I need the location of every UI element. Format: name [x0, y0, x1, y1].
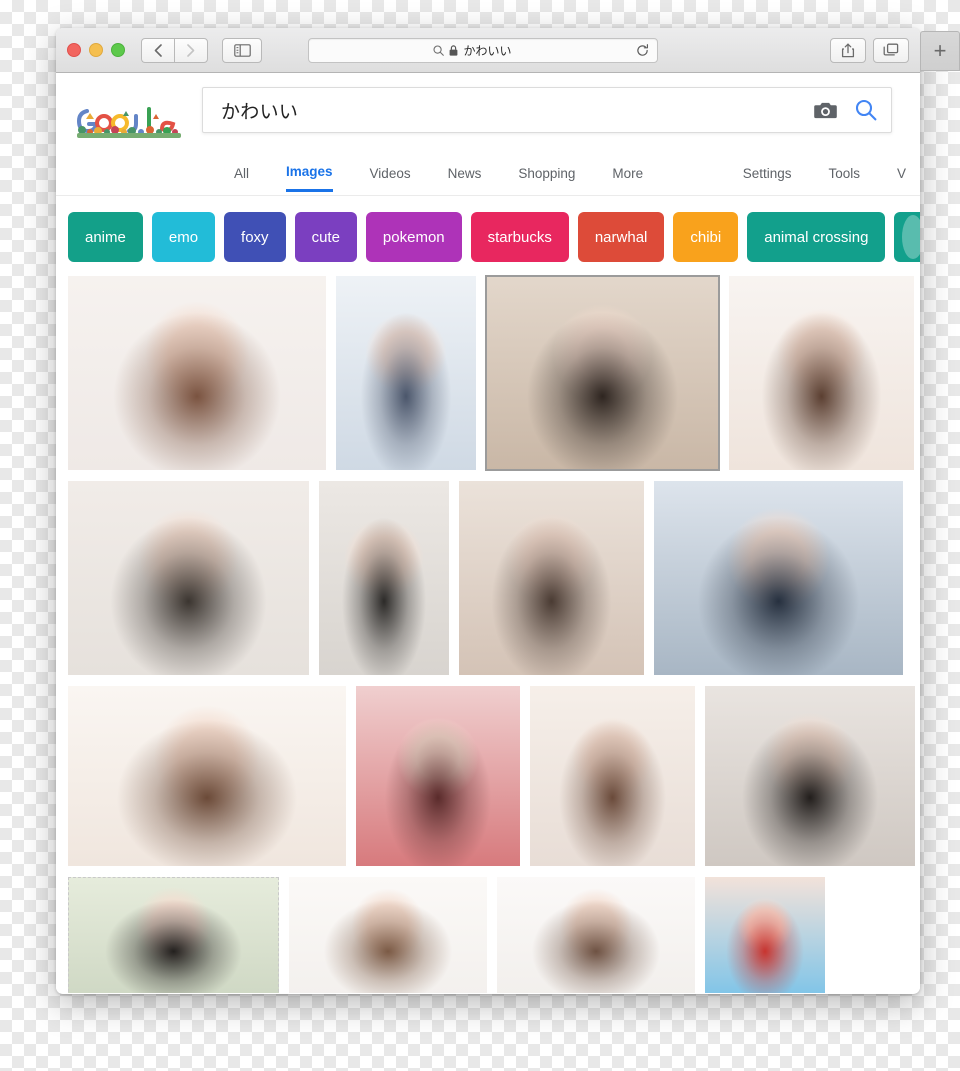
chip-emo[interactable]: emo — [151, 212, 216, 262]
image-result-4[interactable] — [729, 276, 914, 470]
share-icon — [841, 43, 855, 57]
chip-label: anime — [85, 228, 126, 246]
search-icon — [433, 44, 445, 56]
chip-animal-crossing[interactable]: animal crossing — [747, 212, 886, 262]
chevron-right-icon — [187, 43, 195, 57]
reload-button[interactable] — [636, 43, 649, 57]
window-controls — [67, 43, 125, 57]
chip-pokemon[interactable]: pokemon — [365, 212, 462, 262]
tab-videos[interactable]: Videos — [370, 166, 411, 191]
chip-label: cute — [311, 228, 340, 246]
tab-overview-button[interactable] — [873, 37, 909, 63]
google-search-header: かわいい All Images Videos News Shopping Mor… — [56, 73, 920, 196]
image-result-1[interactable] — [68, 276, 326, 470]
new-tab-button[interactable]: + — [920, 31, 960, 71]
search-nav-tabs: All Images Videos News Shopping More Set… — [56, 161, 920, 196]
image-result-13[interactable] — [68, 877, 279, 993]
chip-label: animal crossing — [764, 228, 869, 246]
google-doodle-logo[interactable] — [70, 99, 188, 145]
settings-button[interactable]: Settings — [743, 166, 792, 191]
lock-icon — [450, 44, 458, 56]
tab-news[interactable]: News — [448, 166, 482, 191]
sidebar-icon — [233, 43, 251, 57]
address-bar[interactable]: かわいい — [308, 37, 658, 63]
back-button[interactable] — [141, 37, 174, 63]
image-result-10[interactable] — [356, 686, 520, 866]
address-bar-content: かわいい — [309, 42, 636, 59]
image-result-7[interactable] — [459, 481, 644, 675]
image-result-8[interactable] — [654, 481, 903, 675]
page-content: かわいい All Images Videos News Shopping Mor… — [56, 73, 920, 993]
chip-chibi[interactable]: chibi — [673, 212, 739, 262]
image-results-row — [68, 686, 920, 866]
tab-images[interactable]: Images — [286, 164, 333, 192]
chip-narwhal[interactable]: narwhal — [577, 212, 665, 262]
magnifier-icon — [855, 99, 877, 121]
share-button[interactable] — [830, 37, 866, 63]
tab-all[interactable]: All — [234, 166, 249, 191]
image-result-16[interactable] — [705, 877, 825, 993]
chip-partial-fill — [902, 215, 920, 259]
chip-foxy[interactable]: foxy — [224, 212, 286, 262]
tab-overview-icon — [883, 43, 899, 56]
image-result-12[interactable] — [705, 686, 915, 866]
related-search-chips: anime emo foxy cute pokemon starbucks narwhal c… — [56, 196, 920, 276]
chevron-left-icon — [154, 43, 162, 57]
image-result-6[interactable] — [319, 481, 449, 675]
image-results-grid — [56, 275, 920, 993]
chip-partial[interactable] — [894, 212, 920, 262]
chip-label: emo — [168, 228, 199, 246]
search-box[interactable]: かわいい — [202, 87, 892, 133]
search-by-image-icon — [814, 102, 837, 118]
image-result-11[interactable] — [530, 686, 695, 866]
forward-button[interactable] — [174, 37, 208, 63]
image-result-9[interactable] — [68, 686, 346, 866]
image-result-5[interactable] — [68, 481, 309, 675]
address-bar-text: かわいい — [463, 43, 512, 58]
tools-button[interactable]: Tools — [828, 166, 860, 191]
image-results-row — [68, 275, 920, 471]
chip-anime[interactable]: anime — [68, 212, 143, 262]
chip-starbucks[interactable]: starbucks — [470, 212, 569, 262]
browser-window: かわいい かわいい All Images Videos News Shoppin… — [56, 28, 920, 994]
chip-label: pokemon — [382, 228, 445, 246]
search-row: かわいい — [56, 87, 920, 145]
view-saved-button[interactable]: V — [897, 166, 906, 191]
camera-icon[interactable] — [814, 101, 837, 120]
reload-icon — [637, 43, 649, 56]
image-result-2[interactable] — [336, 276, 476, 470]
sidebar-toggle-button[interactable] — [222, 37, 262, 63]
tab-shopping[interactable]: Shopping — [518, 166, 575, 191]
zoom-button[interactable] — [111, 43, 125, 57]
image-results-row — [68, 877, 920, 993]
chip-label: starbucks — [487, 228, 552, 246]
chip-cute[interactable]: cute — [294, 212, 357, 262]
minimize-button[interactable] — [89, 43, 103, 57]
close-button[interactable] — [67, 43, 81, 57]
navigation-buttons — [141, 37, 208, 63]
chip-label: foxy — [241, 228, 269, 246]
search-submit-icon[interactable] — [855, 99, 877, 121]
search-input[interactable]: かわいい — [221, 97, 814, 124]
image-results-row — [68, 481, 920, 675]
chip-label: chibi — [690, 228, 722, 246]
tab-more[interactable]: More — [612, 166, 643, 191]
image-result-15[interactable] — [497, 877, 695, 993]
toolbar-right-buttons — [830, 37, 909, 63]
image-result-3[interactable] — [485, 275, 720, 471]
chip-label: narwhal — [594, 228, 648, 246]
image-result-14[interactable] — [289, 877, 487, 993]
browser-toolbar: かわいい — [56, 28, 920, 73]
google-doodle-icon — [70, 99, 188, 145]
